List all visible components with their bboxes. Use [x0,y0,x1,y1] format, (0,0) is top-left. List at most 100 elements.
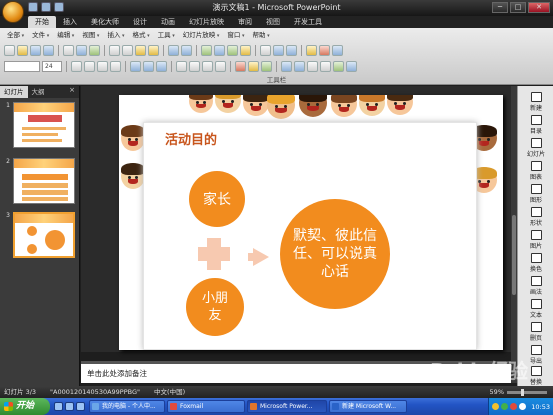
color-icon[interactable] [286,44,297,56]
fill-color-icon[interactable] [248,60,259,72]
shapes-icon[interactable] [307,60,318,72]
maximize-button[interactable]: □ [510,2,526,13]
slide-canvas-area[interactable]: 活动目的 家长 小朋友 默契、彼此信任、可以说真心话 [81,86,511,352]
tab-slideshow[interactable]: 幻灯片放映 [182,16,231,28]
side-item-draw[interactable]: 画法 [518,276,553,296]
slide-thumbnail-2[interactable]: 2 [2,158,75,204]
tab-beautify-master[interactable]: 美化大师 [84,16,126,28]
side-item-shape[interactable]: 形状 [518,207,553,227]
open-folder-icon[interactable] [17,44,28,56]
side-item-export[interactable]: 导出 [518,345,553,365]
menu-file[interactable]: 文件 [29,30,52,41]
cut-icon[interactable] [109,44,120,56]
current-slide[interactable]: 活动目的 家长 小朋友 默契、彼此信任、可以说真心话 [119,95,503,350]
close-button[interactable]: ✕ [528,2,550,13]
side-item-new[interactable]: 新建 [518,92,553,112]
language-indicator[interactable]: 中文(中国) [154,386,185,398]
menu-help[interactable]: 帮助 [249,30,272,41]
notes-pane[interactable]: 单击此处添加备注 [81,361,511,383]
font-color-icon[interactable] [235,60,246,72]
copy-icon[interactable] [122,44,133,56]
side-item-slide[interactable]: 幻灯片 [518,138,553,158]
new-file-icon[interactable] [4,44,15,56]
side-item-toc[interactable]: 目录 [518,115,553,135]
side-item-delete-page[interactable]: 删页 [518,322,553,342]
slide-thumbnail-image[interactable] [13,158,75,204]
numbering-icon[interactable] [176,60,187,72]
show-desktop-icon[interactable] [65,402,74,411]
line-color-icon[interactable] [261,60,272,72]
bullets-icon[interactable] [189,60,200,72]
undo-icon[interactable] [168,44,179,56]
slide-thumbnail-1[interactable]: 1 [2,102,75,148]
result-circle[interactable]: 默契、彼此信任、可以说真心话 [280,199,390,309]
redo-icon[interactable] [181,44,192,56]
insert-picture-icon[interactable] [227,44,238,56]
italic-icon[interactable] [84,60,95,72]
parent-circle[interactable]: 家长 [189,171,245,227]
shadow-icon[interactable] [110,60,121,72]
slide-thumbnail-image[interactable] [13,102,75,148]
decrease-font-icon[interactable] [215,60,226,72]
task-word[interactable]: 新建 Microsoft W... [329,400,407,413]
scrollbar-thumb[interactable] [512,215,516,295]
zoom-slider[interactable] [507,388,547,396]
tab-review[interactable]: 审阅 [231,16,259,28]
clock[interactable]: 10:53 [531,403,550,411]
align-right-icon[interactable] [156,60,167,72]
start-button[interactable]: 开始 [0,398,50,415]
email-icon[interactable] [43,44,54,56]
slide-thumbnail-3[interactable]: 3 [2,212,75,258]
side-item-recolor[interactable]: 换色 [518,253,553,273]
menu-format[interactable]: 格式 [130,30,153,41]
tray-icon[interactable] [492,403,500,410]
tray-icon[interactable] [501,403,509,410]
new-slide-icon[interactable] [306,44,317,56]
menu-slideshow[interactable]: 幻灯片放映 [180,30,223,41]
tab-animation[interactable]: 动画 [154,16,182,28]
tab-developer[interactable]: 开发工具 [287,16,329,28]
paste-icon[interactable] [135,44,146,56]
arrange-icon[interactable] [294,60,305,72]
task-my-computer[interactable]: 我的电脑 - 个人中... [89,400,165,413]
side-item-replace[interactable]: 替换 [518,366,553,386]
tray-icon[interactable] [519,403,527,410]
task-powerpoint[interactable]: Microsoft Power... [247,400,327,413]
menu-all[interactable]: 全部 [4,30,27,41]
increase-font-icon[interactable] [202,60,213,72]
animation-icon[interactable] [333,60,344,72]
format-painter-icon[interactable] [148,44,159,56]
side-item-text[interactable]: 文本 [518,299,553,319]
slideshow-icon[interactable] [346,60,357,72]
menu-view[interactable]: 视图 [79,30,102,41]
slide-thumbnail-image[interactable] [13,212,75,258]
connector-icon[interactable] [320,60,331,72]
layout-icon[interactable] [281,60,292,72]
align-left-icon[interactable] [130,60,141,72]
ie-icon[interactable] [54,402,63,411]
menu-edit[interactable]: 编辑 [54,30,77,41]
tab-view[interactable]: 视图 [259,16,287,28]
tray-icon[interactable] [510,403,518,410]
grid-icon[interactable] [273,44,284,56]
slide-title[interactable]: 活动目的 [165,129,217,148]
underline-icon[interactable] [97,60,108,72]
tab-insert[interactable]: 插入 [56,16,84,28]
help-icon[interactable] [332,44,343,56]
minimize-button[interactable]: ─ [492,2,508,13]
menu-tools[interactable]: 工具 [155,30,178,41]
spellcheck-icon[interactable] [89,44,100,56]
zoom-icon[interactable] [260,44,271,56]
print-icon[interactable] [63,44,74,56]
font-name-select[interactable] [4,60,40,72]
design-icon[interactable] [319,44,330,56]
zoom-level[interactable]: 59% [490,386,504,398]
save-icon[interactable] [30,44,41,56]
print-preview-icon[interactable] [76,44,87,56]
align-center-icon[interactable] [143,60,154,72]
office-button[interactable] [2,1,24,23]
bold-icon[interactable] [71,60,82,72]
tab-slides[interactable]: 幻灯片 [0,86,28,98]
side-item-graphic[interactable]: 图形 [518,184,553,204]
insert-chart-icon[interactable] [201,44,212,56]
